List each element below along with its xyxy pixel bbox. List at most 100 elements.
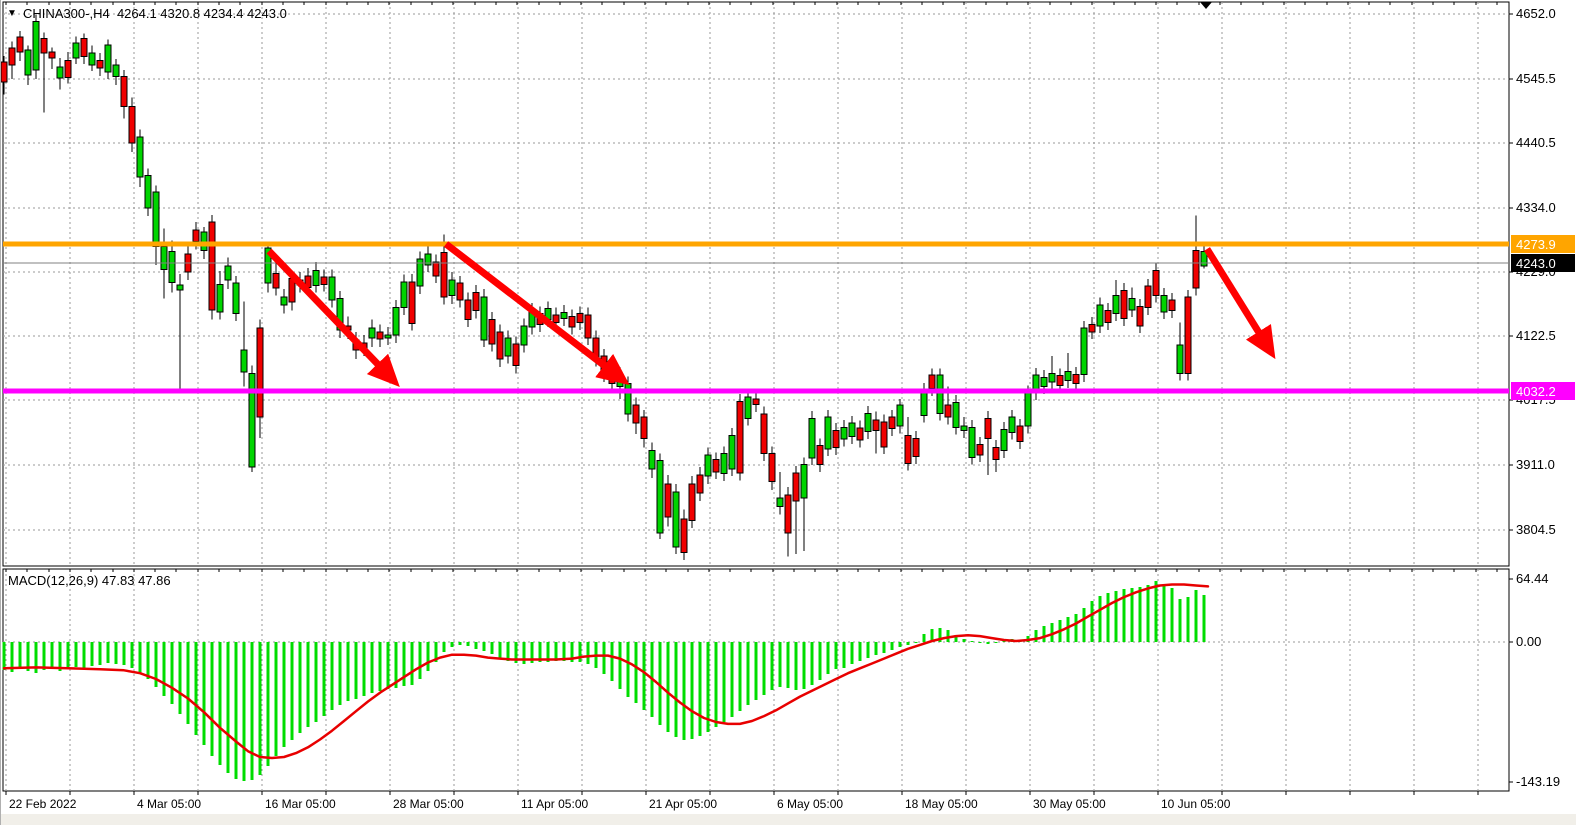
candle-body (521, 326, 527, 345)
candle-body (281, 297, 287, 305)
candle-body (713, 460, 719, 472)
trading-chart-window: 22 Feb 2022 4 Mar 05:00 16 Mar 05:00 28 Mar… (0, 0, 1576, 825)
window-bottom-edge (1, 814, 1576, 825)
candle-body (89, 53, 95, 65)
candle-body (913, 438, 919, 456)
candle-body (689, 484, 695, 521)
candle-body (1, 62, 7, 82)
price-axis-label: 4122.5 (1516, 328, 1556, 343)
candle-body (737, 401, 743, 473)
candle-body (1025, 393, 1031, 426)
date-axis-label: 4 Mar 05:00 (137, 797, 201, 811)
candle-body (1041, 378, 1047, 387)
candle-body (777, 498, 783, 507)
candle-body (41, 38, 47, 53)
candle-body (657, 460, 663, 532)
candle-body (1073, 374, 1079, 383)
candle-body (249, 373, 255, 467)
candle-body (401, 282, 407, 308)
candle-body (1097, 305, 1103, 326)
macd-indicator-label: MACD(12,26,9) 47.83 47.86 (8, 573, 171, 588)
symbol-dropdown-icon[interactable]: ▼ (7, 8, 17, 19)
candle-body (1105, 311, 1111, 323)
candle-body (961, 426, 967, 430)
candle-body (969, 427, 975, 457)
candle-body (585, 315, 591, 338)
candle-body (761, 414, 767, 454)
candle-body (409, 282, 415, 323)
candle-body (513, 344, 519, 365)
candle-body (33, 21, 39, 70)
date-axis-label: 6 May 05:00 (777, 797, 843, 811)
candle-body (785, 495, 791, 533)
candle-body (921, 390, 927, 415)
candle-body (321, 277, 327, 284)
resistance-line-badge-label: 4273.9 (1516, 237, 1556, 252)
date-axis-label: 28 Mar 05:00 (393, 797, 464, 811)
candle-body (433, 262, 439, 276)
candle-body (481, 297, 487, 340)
candle-body (169, 251, 175, 282)
candle-body (937, 375, 943, 413)
candle-body (1169, 300, 1175, 310)
candle-body (697, 475, 703, 493)
candle-body (97, 60, 103, 68)
candle-body (201, 232, 207, 250)
price-axis-label: 3911.0 (1516, 457, 1555, 472)
candle-body (377, 332, 383, 339)
macd-axis-label: 0.00 (1516, 634, 1541, 649)
date-axis-label: 22 Feb 2022 (9, 797, 77, 811)
candle-body (1129, 298, 1135, 310)
candle-body (801, 465, 807, 498)
candle-body (1177, 345, 1183, 373)
candle-body (1113, 295, 1119, 313)
candle-body (209, 222, 215, 310)
chart-title: CHINA300-,H4 4264.1 4320.8 4234.4 4243.0 (23, 6, 287, 21)
candle-body (313, 270, 319, 285)
candle-body (241, 350, 247, 372)
candle-body (705, 455, 711, 476)
date-axis-label: 16 Mar 05:00 (265, 797, 336, 811)
chart-title-symbol: CHINA300-,H4 (23, 6, 110, 21)
candle-body (1137, 306, 1143, 325)
candle-body (233, 283, 239, 313)
candle-body (1193, 250, 1199, 288)
macd-axis-label: -143.19 (1516, 774, 1560, 789)
candle-body (745, 397, 751, 418)
candle-body (9, 48, 15, 65)
candle-body (465, 300, 471, 319)
candle-body (569, 317, 575, 327)
candle-body (329, 277, 335, 300)
candle-body (145, 175, 151, 208)
price-panel[interactable] (3, 2, 1509, 566)
candle-body (217, 284, 223, 311)
candle-body (177, 285, 183, 290)
candle-body (225, 266, 231, 280)
candle-body (17, 37, 23, 52)
candle-body (105, 45, 111, 72)
price-axis-label: 4652.0 (1516, 6, 1556, 21)
candle-body (129, 107, 135, 144)
date-axis-label: 30 May 05:00 (1033, 797, 1106, 811)
candle-body (577, 314, 583, 323)
candle-body (809, 418, 815, 458)
candle-body (81, 38, 87, 56)
date-axis-label: 11 Apr 05:00 (521, 797, 588, 811)
macd-axis-label: 64.44 (1516, 571, 1549, 586)
candle-body (833, 430, 839, 447)
candle-body (505, 338, 511, 356)
candle-body (457, 283, 463, 300)
candle-body (1153, 270, 1159, 295)
candle-body (929, 375, 935, 388)
candle-body (369, 328, 375, 338)
candle-body (729, 435, 735, 468)
price-axis-label: 3804.5 (1516, 522, 1556, 537)
chart-canvas[interactable]: 22 Feb 2022 4 Mar 05:00 16 Mar 05:00 28 Mar… (1, 0, 1576, 825)
candle-body (625, 384, 631, 414)
candle-body (553, 315, 559, 323)
candle-body (641, 417, 647, 438)
current-price-line-badge-label: 4243.0 (1516, 256, 1556, 271)
candle-body (489, 320, 495, 344)
candle-body (1121, 290, 1127, 318)
candle-body (985, 418, 991, 438)
